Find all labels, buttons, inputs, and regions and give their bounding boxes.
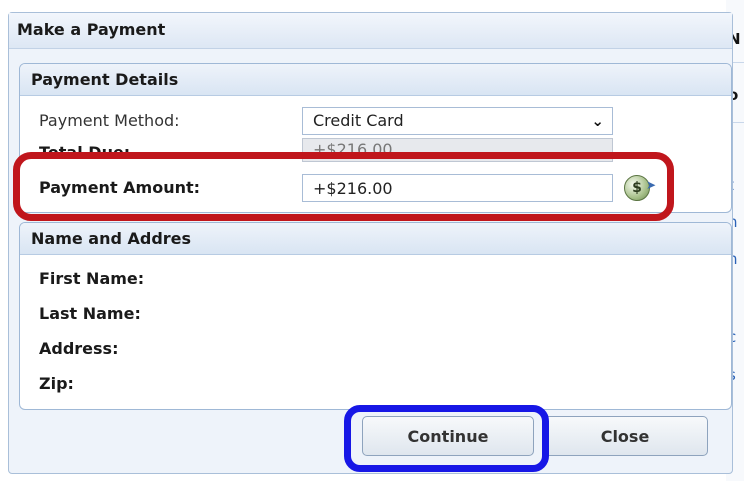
- address-label: Address:: [39, 339, 119, 358]
- payment-details-header: Payment Details: [20, 64, 731, 96]
- payment-method-select[interactable]: Credit Card ⌄: [302, 107, 613, 135]
- total-due-row: Total Due: +$216.00: [20, 138, 731, 162]
- zip-label: Zip:: [39, 374, 74, 393]
- chevron-down-icon: ⌄: [591, 112, 604, 130]
- payment-amount-label: Payment Amount:: [39, 178, 201, 197]
- last-name-row: Last Name:: [20, 299, 731, 329]
- total-due-field: +$216.00: [302, 138, 613, 162]
- first-name-row: First Name:: [20, 264, 731, 294]
- zip-row: Zip:: [20, 369, 731, 399]
- coin-dollar-icon[interactable]: $ ➤: [624, 175, 656, 201]
- dialog-title[interactable]: Make a Payment: [9, 13, 732, 49]
- last-name-label: Last Name:: [39, 304, 141, 323]
- address-row: Address:: [20, 334, 731, 364]
- arrow-icon: ➤: [645, 178, 656, 192]
- payment-amount-row: Payment Amount: $➤: [20, 173, 731, 203]
- payment-method-row: Payment Method: Credit Card ⌄: [20, 106, 731, 136]
- payment-details-section: Payment Details Payment Method: Credit C…: [19, 63, 732, 213]
- total-due-value: +$216.00: [313, 140, 393, 159]
- continue-button[interactable]: Continue: [362, 416, 534, 456]
- close-button[interactable]: Close: [542, 416, 708, 456]
- name-address-section: Name and Addres First Name: Last Name: A…: [19, 222, 732, 410]
- first-name-label: First Name:: [39, 269, 145, 288]
- name-address-header: Name and Addres: [20, 223, 731, 255]
- payment-method-value: Credit Card: [313, 111, 404, 130]
- payment-amount-input[interactable]: [302, 174, 613, 202]
- make-payment-dialog: Make a Payment Payment Details Payment M…: [8, 12, 733, 474]
- payment-method-label: Payment Method:: [39, 111, 180, 130]
- total-due-label: Total Due:: [39, 143, 131, 162]
